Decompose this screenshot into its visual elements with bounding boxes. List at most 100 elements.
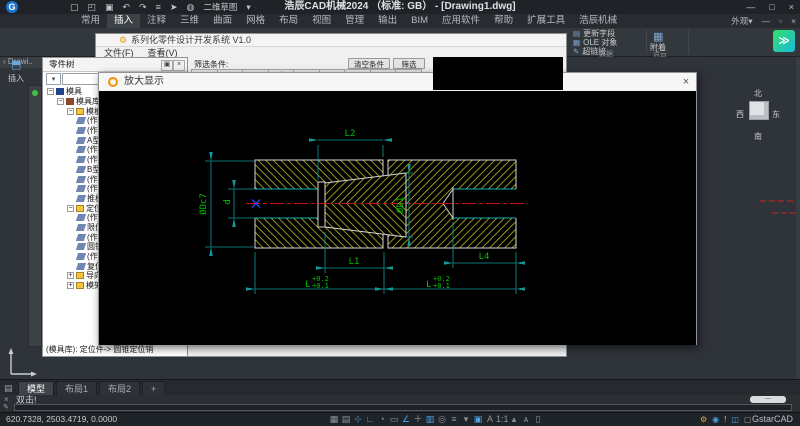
drafting-toggle-4[interactable]: ◔ [376, 413, 388, 426]
command-history-button[interactable]: — [750, 396, 786, 403]
ribbon-tab-注释[interactable]: 注释 [140, 14, 173, 28]
status-bar: 620.7328, 2503.4719, 0.0000 ▦▤⊹∟◔▭∠＋▥◎≡▾… [0, 412, 800, 426]
ribbon-tab-扩展工具[interactable]: 扩展工具 [520, 14, 572, 28]
quick-access-toolbar: ▢ ◰ ▣ ↶ ↷ ≡ ➤ ◍ 二维草图 ▾ [70, 0, 251, 14]
ribbon-tab-应用软件[interactable]: 应用软件 [435, 14, 487, 28]
appearance-dropdown[interactable]: 外观▾ [731, 15, 752, 27]
drafting-toggle-15[interactable]: ▴ [508, 413, 520, 426]
view-cube[interactable]: 北 南 西 东 [734, 88, 782, 140]
viewcube-west-label[interactable]: 西 [736, 109, 744, 120]
undo-icon[interactable]: ↶ [123, 2, 131, 13]
drafting-toggle-16[interactable]: ᴀ [520, 413, 532, 426]
layout-tab-+[interactable]: + [142, 381, 165, 396]
ribbon-tab-BIM[interactable]: BIM [404, 14, 435, 28]
status-icon-2[interactable]: ! [724, 413, 726, 426]
status-icon-0[interactable]: ⚙ [700, 413, 707, 426]
pin-icon[interactable]: ▣ [161, 60, 173, 71]
ribbon-tab-浩辰机械[interactable]: 浩辰机械 [572, 14, 624, 28]
viewcube-east-label[interactable]: 东 [772, 109, 780, 120]
drafting-toggle-12[interactable]: ▣ [472, 413, 484, 426]
ribbon-tab-三维[interactable]: 三维 [173, 14, 206, 28]
redo-icon[interactable]: ↷ [139, 2, 147, 13]
command-pencil-icon: ✎ [3, 403, 9, 411]
parts-tree-header[interactable]: 零件树 ▣ × [43, 58, 187, 72]
ribbon-tab-帮助[interactable]: 帮助 [487, 14, 520, 28]
root-icon [56, 88, 64, 95]
status-icon-4[interactable]: ▢ [744, 413, 752, 426]
new-file-icon[interactable]: ▢ [70, 2, 79, 13]
tree-expander-icon[interactable]: + [67, 272, 74, 279]
folder-icon [76, 272, 84, 279]
tree-filter-dropdown[interactable]: ▾ [46, 73, 61, 85]
tree-expander-icon[interactable]: − [47, 88, 54, 95]
ribbon-tab-网格[interactable]: 网格 [239, 14, 272, 28]
tree-expander-icon[interactable]: − [67, 108, 74, 115]
gstarcad-assistant-icon[interactable]: ≫ [773, 30, 795, 52]
layout-tab-布局1[interactable]: 布局1 [56, 381, 97, 396]
ribbon-tab-插入[interactable]: 插入 [107, 14, 140, 28]
dim-L1: L1 [349, 257, 360, 267]
tree-expander-icon[interactable]: − [57, 98, 64, 105]
canvas-scrollbar[interactable] [796, 57, 800, 379]
status-icon-3[interactable]: ◫ [731, 413, 739, 426]
ribbon-tab-输出[interactable]: 输出 [371, 14, 404, 28]
drafting-toggle-2[interactable]: ⊹ [352, 413, 364, 426]
workspace-dropdown-icon[interactable]: ▾ [246, 2, 250, 13]
drafting-toggle-9[interactable]: ◎ [436, 413, 448, 426]
docked-palette-strip[interactable] [28, 85, 42, 347]
ribbon-tab-曲面[interactable]: 曲面 [206, 14, 239, 28]
share-icon[interactable]: ➤ [170, 2, 178, 13]
part-icon [76, 176, 86, 183]
layout-tab-布局2[interactable]: 布局2 [99, 381, 140, 396]
dim-OD1: ØD1 [395, 197, 406, 213]
maximize-button[interactable]: □ [769, 2, 774, 12]
print-icon[interactable]: ≡ [156, 2, 161, 12]
drafting-toggle-10[interactable]: ≡ [448, 413, 460, 426]
window-title: 浩辰CAD机械2024 （标准: GB） - [Drawing1.dwg] [284, 0, 515, 14]
drafting-toggle-3[interactable]: ∟ [364, 413, 376, 426]
part-icon [76, 253, 86, 260]
app-logo[interactable]: G [6, 1, 18, 13]
drafting-toggle-14[interactable]: 1:1 [496, 413, 508, 426]
doc-minimize-button[interactable]: — [762, 16, 771, 26]
filter-button[interactable]: 筛选 [393, 58, 425, 69]
viewcube-south-label[interactable]: 南 [754, 131, 762, 142]
layout-list-icon[interactable]: ▤ [4, 380, 13, 396]
viewcube-north-label[interactable]: 北 [754, 88, 762, 99]
save-icon[interactable]: ▣ [105, 2, 114, 13]
drafting-toggle-1[interactable]: ▤ [340, 413, 352, 426]
drafting-toggle-6[interactable]: ∠ [400, 413, 412, 426]
insert-block-icon[interactable]: ⬒ [11, 58, 21, 71]
ribbon-tab-管理[interactable]: 管理 [338, 14, 371, 28]
ribbon-tab-视图[interactable]: 视图 [305, 14, 338, 28]
tree-expander-icon[interactable]: + [67, 282, 74, 289]
doc-restore-button[interactable]: ▫ [779, 16, 782, 26]
drawing-file-tab[interactable]: ‹ Drawi.. [0, 56, 43, 68]
chat-icon[interactable]: ◍ [186, 2, 194, 13]
clear-conditions-button[interactable]: 清空条件 [348, 58, 390, 69]
command-input[interactable] [14, 404, 792, 411]
minimize-button[interactable]: — [746, 2, 755, 12]
open-file-icon[interactable]: ◰ [88, 2, 97, 13]
drafting-toggle-7[interactable]: ＋ [412, 413, 424, 426]
close-icon[interactable]: × [173, 60, 185, 71]
drafting-toggle-13[interactable]: A [484, 413, 496, 426]
doc-close-button[interactable]: × [791, 16, 796, 26]
viewcube-cube-icon[interactable] [749, 101, 769, 120]
dialog-close-button[interactable]: × [679, 75, 693, 89]
drafting-toggle-17[interactable]: ▯ [532, 413, 544, 426]
close-button[interactable]: × [789, 2, 794, 12]
status-icon-1[interactable]: ◉ [712, 413, 719, 426]
workspace-selector[interactable]: 二维草图 [203, 1, 237, 13]
ribbon-tab-布局[interactable]: 布局 [272, 14, 305, 28]
dialog-title-bar[interactable]: 放大显示 × [99, 73, 696, 92]
drafting-toggle-11[interactable]: ▾ [460, 413, 472, 426]
drafting-toggle-8[interactable]: ▥ [424, 413, 436, 426]
ribbon-tab-常用[interactable]: 常用 [74, 14, 107, 28]
drafting-toggle-5[interactable]: ▭ [388, 413, 400, 426]
dim-ODc7: ØDc7 [198, 193, 209, 215]
tree-expander-icon[interactable]: − [67, 205, 74, 212]
drafting-toggle-0[interactable]: ▦ [328, 413, 340, 426]
layout-tab-模型[interactable]: 模型 [18, 381, 54, 396]
ribbon-button-icon: ▦ [573, 38, 580, 47]
